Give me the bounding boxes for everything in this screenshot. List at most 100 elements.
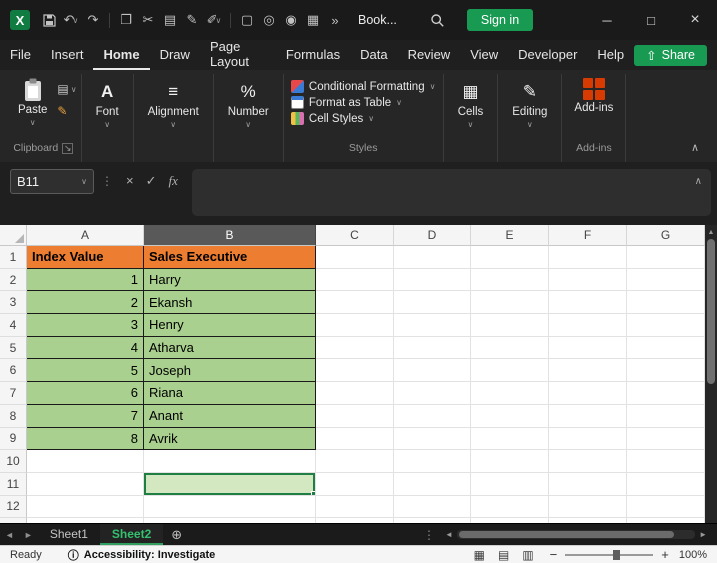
menu-tab-file[interactable]: File [0, 40, 41, 70]
menu-tab-view[interactable]: View [460, 40, 508, 70]
cell-E11[interactable] [471, 472, 549, 496]
normal-view-icon[interactable]: ▦ [474, 548, 485, 562]
cell-A13[interactable] [27, 518, 144, 523]
cell-E10[interactable] [471, 450, 549, 473]
formula-bar-collapse-icon[interactable]: ∧ [695, 176, 702, 187]
vertical-scrollbar-thumb[interactable] [707, 239, 715, 384]
cell-D4[interactable] [394, 314, 471, 337]
cell-C5[interactable] [316, 336, 394, 360]
draw-icon[interactable]: ✐ ∨ [203, 8, 225, 32]
format-painter-icon[interactable]: ✎ [181, 8, 203, 32]
scroll-right-icon[interactable]: ► [695, 530, 711, 539]
ribbon-button-conditional-formatting[interactable]: Conditional Formatting ∨ [290, 80, 435, 93]
cell-C8[interactable] [316, 404, 394, 428]
sheet-tab-sheet1[interactable]: Sheet1 [38, 524, 100, 545]
paste-dropdown-icon[interactable]: ∨ [30, 118, 36, 127]
font-menu-button[interactable]: A Font ∨ [86, 74, 129, 129]
cell-G1[interactable] [627, 246, 705, 269]
cell-C1[interactable] [316, 246, 394, 269]
cell-F9[interactable] [549, 427, 627, 451]
cell-A4[interactable]: 3 [27, 314, 144, 337]
accessibility-status[interactable]: ⓘ Accessibility: Investigate [68, 547, 215, 563]
cell-E4[interactable] [471, 314, 549, 337]
ribbon-collapse-icon[interactable]: ∧ [691, 141, 699, 154]
share-button[interactable]: ⇧ Share [634, 44, 707, 66]
column-header-F[interactable]: F [549, 225, 627, 246]
add-sheet-icon[interactable]: ⊕ [171, 527, 182, 543]
cell-F12[interactable] [549, 495, 627, 519]
cell-B2[interactable]: Harry [144, 268, 316, 292]
menu-tab-home[interactable]: Home [93, 40, 150, 70]
cell-C13[interactable] [316, 518, 394, 523]
menu-tab-developer[interactable]: Developer [508, 40, 587, 70]
cell-B10[interactable] [144, 450, 316, 473]
cell-G11[interactable] [627, 472, 705, 496]
scroll-left-icon[interactable]: ◄ [441, 530, 457, 539]
menu-tab-review[interactable]: Review [398, 40, 461, 70]
qat-overflow-icon[interactable]: » [324, 8, 346, 32]
cell-A2[interactable]: 1 [27, 268, 144, 292]
row-header-1[interactable]: 1 [0, 246, 27, 269]
cells-menu-button[interactable]: ▦ Cells ∨ [448, 74, 494, 129]
number-menu-button[interactable]: % Number ∨ [218, 74, 279, 129]
row-header-5[interactable]: 5 [0, 336, 27, 360]
cell-C6[interactable] [316, 359, 394, 383]
column-header-A[interactable]: A [27, 225, 144, 246]
zoom-out-icon[interactable]: − [550, 547, 558, 562]
confirm-entry-icon[interactable]: ✓ [146, 173, 157, 189]
search-icon[interactable] [427, 8, 449, 32]
cell-E13[interactable] [471, 518, 549, 523]
maximize-button[interactable]: □ [629, 0, 673, 40]
save-icon[interactable] [38, 8, 60, 32]
cell-D6[interactable] [394, 359, 471, 383]
cancel-entry-icon[interactable]: × [126, 173, 134, 188]
cell-F6[interactable] [549, 359, 627, 383]
cell-C2[interactable] [316, 268, 394, 292]
cell-B12[interactable] [144, 495, 316, 519]
cell-F1[interactable] [549, 246, 627, 269]
clipboard-dialog-launcher-icon[interactable]: ↘ [62, 142, 74, 154]
cell-D9[interactable] [394, 427, 471, 451]
sheet-nav-right-icon[interactable]: ► [19, 530, 38, 540]
zoom-slider-thumb[interactable] [613, 549, 621, 560]
cell-E3[interactable] [471, 291, 549, 315]
cell-E7[interactable] [471, 382, 549, 405]
vertical-scrollbar[interactable]: ▲ [705, 225, 717, 523]
row-header-8[interactable]: 8 [0, 404, 27, 428]
menu-tab-page-layout[interactable]: Page Layout [200, 39, 276, 70]
cell-A1[interactable]: Index Value [27, 246, 144, 269]
zoom-in-icon[interactable]: + [661, 547, 669, 562]
sheet-nav-left-icon[interactable]: ◄ [0, 530, 19, 540]
menu-tab-insert[interactable]: Insert [41, 40, 94, 70]
formula-input[interactable]: ∧ [191, 169, 711, 216]
name-box[interactable]: B11 ∨ [10, 169, 94, 194]
cell-C9[interactable] [316, 427, 394, 451]
redo-icon[interactable]: ↷ [82, 8, 104, 32]
paste-button[interactable]: Paste ∨ [10, 74, 55, 127]
column-header-B[interactable]: B [144, 225, 316, 246]
ribbon-button-cell-styles[interactable]: Cell Styles ∨ [290, 112, 436, 125]
paste-special-icon[interactable]: ▤ ∨ [57, 82, 76, 96]
cell-D1[interactable] [394, 246, 471, 269]
cell-A7[interactable]: 6 [27, 382, 144, 405]
cell-E12[interactable] [471, 495, 549, 519]
cell-F5[interactable] [549, 336, 627, 360]
cell-G13[interactable] [627, 518, 705, 523]
cell-A10[interactable] [27, 450, 144, 473]
cell-F10[interactable] [549, 450, 627, 473]
row-header-7[interactable]: 7 [0, 382, 27, 405]
cell-D10[interactable] [394, 450, 471, 473]
row-header-2[interactable]: 2 [0, 268, 27, 292]
menu-tab-help[interactable]: Help [587, 40, 634, 70]
menu-tab-draw[interactable]: Draw [150, 40, 200, 70]
cell-G2[interactable] [627, 268, 705, 292]
cell-F8[interactable] [549, 404, 627, 428]
cell-E2[interactable] [471, 268, 549, 292]
pin-icon[interactable]: ◎ [258, 8, 280, 32]
cell-A9[interactable]: 8 [27, 427, 144, 451]
tabs-overflow-icon[interactable]: ⋮ [417, 528, 441, 542]
cell-D5[interactable] [394, 336, 471, 360]
cell-E6[interactable] [471, 359, 549, 383]
cell-A8[interactable]: 7 [27, 404, 144, 428]
cell-G10[interactable] [627, 450, 705, 473]
